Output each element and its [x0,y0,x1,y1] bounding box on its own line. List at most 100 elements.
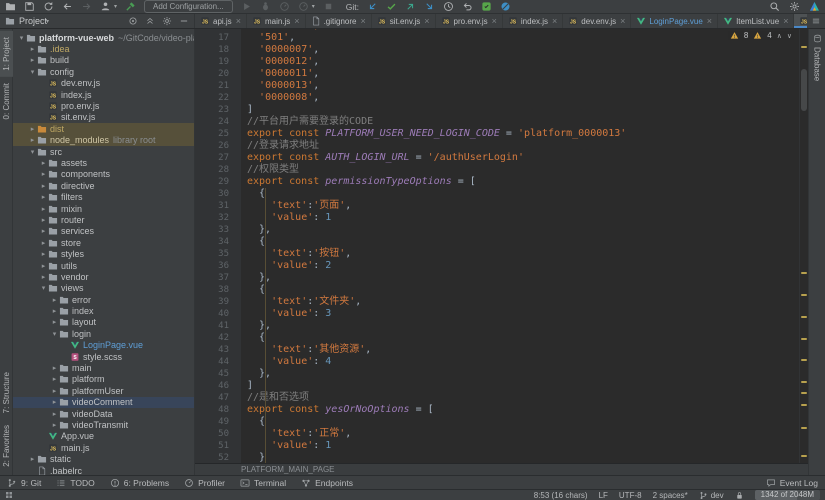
project-panel-title[interactable]: Project [19,16,47,26]
tree-item-filters[interactable]: ▸filters [13,191,194,202]
close-tab-icon[interactable]: × [707,17,712,25]
stop-icon[interactable] [323,1,334,12]
tree-item-store[interactable]: ▸store [13,237,194,248]
tree-item-LoginPage.vue[interactable]: LoginPage.vue [13,340,194,351]
tree-item-dev.env.js[interactable]: dev.env.js [13,78,194,89]
tab-index.js[interactable]: index.js× [503,14,563,28]
toolwindow-switcher-icon[interactable] [5,491,13,499]
toolwindow-button-1-Project[interactable]: 1: Project [0,31,13,77]
tree-item-directive[interactable]: ▸directive [13,180,194,191]
tree-item-App.vue[interactable]: App.vue [13,431,194,442]
tree-item-main[interactable]: ▸main [13,362,194,373]
ide-logo-icon[interactable] [809,1,820,12]
tree-chevron-icon[interactable]: ▸ [39,170,48,178]
git-push-icon[interactable] [405,1,416,12]
line-ending-indicator[interactable]: LF [599,491,608,500]
tree-item-.idea[interactable]: ▸.idea [13,43,194,54]
close-tab-icon[interactable]: × [492,17,497,25]
tree-chevron-icon[interactable]: ▸ [39,250,48,258]
tree-chevron-icon[interactable]: ▸ [50,375,59,383]
tree-chevron-icon[interactable]: ▸ [39,193,48,201]
breadcrumbs[interactable]: PLATFORM_MAIN_PAGE [195,463,808,475]
tree-item-components[interactable]: ▸components [13,169,194,180]
tree-item-videoComment[interactable]: ▸videoComment [13,397,194,408]
toolwindow-button-database[interactable]: Database [810,47,825,81]
close-tab-icon[interactable]: × [360,17,365,25]
next-problem-icon[interactable]: ∨ [787,32,792,40]
tree-chevron-icon[interactable]: ▾ [50,330,59,338]
tree-chevron-icon[interactable]: ▸ [39,227,48,235]
tree-chevron-icon[interactable]: ▸ [39,273,48,281]
toolwindow-todo[interactable]: TODO [56,478,94,488]
tree-item-error[interactable]: ▸error [13,294,194,305]
scrollbar-thumb[interactable] [801,69,807,111]
tree-item-assets[interactable]: ▸assets [13,157,194,168]
close-tab-icon[interactable]: × [294,17,299,25]
tree-item-index.js[interactable]: index.js [13,89,194,100]
tree-root[interactable]: ▾platform-vue-web ~/GitCode/video-platf [13,32,194,43]
tab-main.js[interactable]: main.js× [247,14,306,28]
plugin-blue-icon[interactable] [500,1,511,12]
tree-item-router[interactable]: ▸router [13,214,194,225]
breadcrumb-symbol[interactable]: PLATFORM_MAIN_PAGE [241,465,335,474]
tree-item-platform[interactable]: ▸platform [13,374,194,385]
tree-chevron-icon[interactable]: ▸ [39,216,48,224]
encoding-indicator[interactable]: UTF-8 [619,491,642,500]
git-commit-icon[interactable] [386,1,397,12]
tree-item-src[interactable]: ▾src [13,146,194,157]
tree-chevron-icon[interactable]: ▸ [50,387,59,395]
panel-settings-icon[interactable] [162,16,172,26]
tree-chevron-icon[interactable]: ▾ [28,148,37,156]
tree-chevron-icon[interactable]: ▸ [28,136,37,144]
tree-chevron-icon[interactable]: ▸ [39,159,48,167]
close-tab-icon[interactable]: × [552,17,557,25]
tree-item-style.scss[interactable]: style.scss [13,351,194,362]
tab-dev.env.js[interactable]: dev.env.js× [563,14,631,28]
close-tab-icon[interactable]: × [620,17,625,25]
tree-item-styles[interactable]: ▸styles [13,248,194,259]
tree-chevron-icon[interactable]: ▸ [28,56,37,64]
run-icon[interactable] [241,1,252,12]
hide-panel-icon[interactable] [179,16,189,26]
forward-icon[interactable] [81,1,92,12]
tree-chevron-icon[interactable]: ▸ [28,125,37,133]
toolwindow-terminal[interactable]: Terminal [240,478,286,488]
prev-problem-icon[interactable]: ∧ [777,32,782,40]
tree-chevron-icon[interactable]: ▸ [50,364,59,372]
tree-chevron-icon[interactable]: ▸ [50,307,59,315]
debug-icon[interactable] [260,1,271,12]
tree-item-config[interactable]: ▾config [13,66,194,77]
toolwindow-button-7-Structure[interactable]: 7: Structure [0,366,13,419]
tree-item-videoTransmit[interactable]: ▸videoTransmit [13,419,194,430]
tree-item-mixin[interactable]: ▸mixin [13,203,194,214]
tree-item-platformUser[interactable]: ▸platformUser [13,385,194,396]
project-structure-icon[interactable] [100,1,111,12]
toolwindow-button-0-Commit[interactable]: 0: Commit [0,77,13,125]
hidden-tabs-icon[interactable] [811,16,821,26]
caret-position[interactable]: 8:53 (16 chars) [534,491,588,500]
toolwindow-profiler[interactable]: Profiler [184,478,225,488]
plugin-green-icon[interactable] [481,1,492,12]
tree-item-dist[interactable]: ▸dist [13,123,194,134]
inspections-widget[interactable]: 84∧∨ [728,31,794,40]
save-all-icon[interactable] [24,1,35,12]
tree-chevron-icon[interactable]: ▸ [39,262,48,270]
tree-chevron-icon[interactable]: ▸ [50,296,59,304]
toolwindow-endpoints[interactable]: Endpoints [301,478,353,488]
build-icon[interactable] [125,1,136,12]
close-tab-icon[interactable]: × [783,17,788,25]
git-branch-widget[interactable]: dev [699,491,724,500]
tree-chevron-icon[interactable]: ▸ [39,205,48,213]
tree-chevron-icon[interactable]: ▸ [28,45,37,53]
tab-pro.env.js[interactable]: pro.env.js× [436,14,503,28]
tree-chevron-icon[interactable]: ▸ [50,398,59,406]
open-folder-icon[interactable] [5,1,16,12]
tree-item-layout[interactable]: ▸layout [13,317,194,328]
tree-item-views[interactable]: ▾views [13,283,194,294]
close-tab-icon[interactable]: × [424,17,429,25]
tree-chevron-icon[interactable]: ▸ [28,455,37,463]
code-editor[interactable]: 16 '0000009',17 '501',18 '0000007',19 '0… [195,29,808,463]
tab-LoginPage.vue[interactable]: LoginPage.vue× [631,14,718,28]
tab-sit.env.js[interactable]: sit.env.js× [372,14,436,28]
tree-item-main.js[interactable]: main.js [13,442,194,453]
